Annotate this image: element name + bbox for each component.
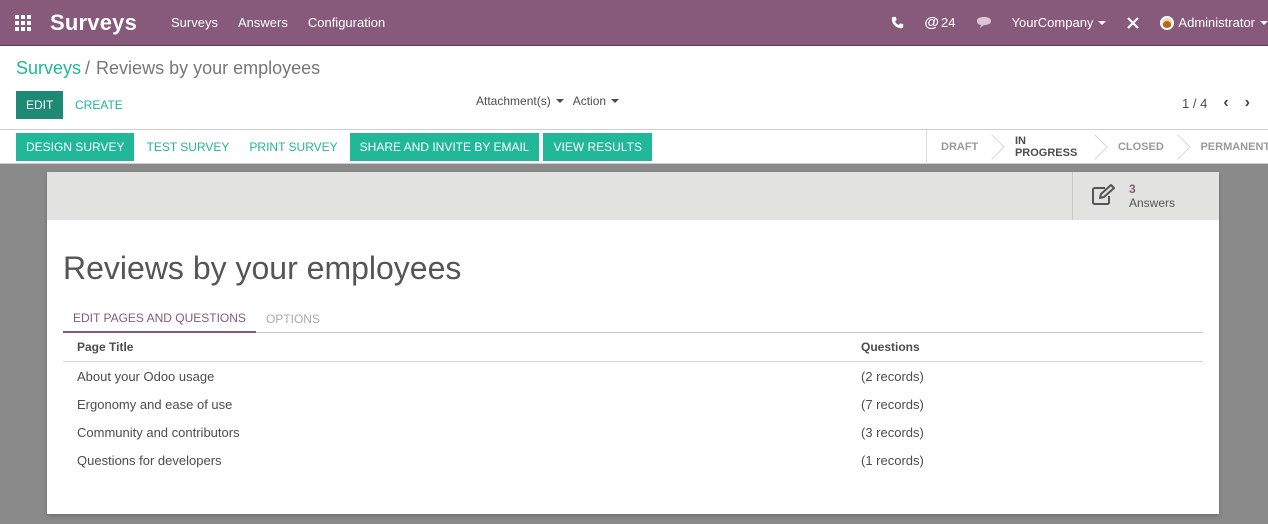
form-sheet: 3 Answers Reviews by your employees EDIT… <box>47 172 1219 514</box>
pager: 1 / 4 ‹ › <box>1182 94 1250 112</box>
test-survey-button[interactable]: TEST SURVEY <box>138 133 237 161</box>
tab-edit-pages[interactable]: EDIT PAGES AND QUESTIONS <box>63 305 256 333</box>
menu-surveys[interactable]: Surveys <box>171 15 218 30</box>
breadcrumb-separator: / <box>85 58 91 78</box>
cell-questions: (3 records) <box>861 424 924 440</box>
main-navbar: Surveys Surveys Answers Configuration @ … <box>0 0 1268 46</box>
column-header-questions[interactable]: Questions <box>861 340 1203 354</box>
menu-configuration[interactable]: Configuration <box>308 15 385 30</box>
cell-questions: (7 records) <box>861 396 924 412</box>
pager-value[interactable]: 1 / 4 <box>1182 96 1207 111</box>
phone-icon[interactable] <box>891 16 904 29</box>
record-title[interactable]: Reviews by your employees <box>63 250 461 287</box>
table-row[interactable]: Community and contributors (3 records) <box>63 418 1203 446</box>
control-panel: Surveys / Reviews by your employees EDIT C… <box>0 46 1268 130</box>
mentions-count: 24 <box>941 15 956 30</box>
chat-icon[interactable] <box>976 16 992 30</box>
sidebar-menus: Attachment(s) Action <box>476 94 628 108</box>
pages-table: Page Title Questions About your Odoo usa… <box>63 333 1203 474</box>
create-button[interactable]: CREATE <box>75 91 123 119</box>
cell-page-title: Ergonomy and ease of use <box>77 396 233 412</box>
stage-bar: DRAFT IN PROGRESS CLOSED PERMANENT <box>926 130 1268 164</box>
cell-page-title: Community and contributors <box>77 424 240 440</box>
at-icon: @ <box>924 14 940 31</box>
menu-answers[interactable]: Answers <box>238 15 288 30</box>
print-survey-button[interactable]: PRINT SURVEY <box>241 133 345 161</box>
pencil-square-icon <box>1091 183 1121 209</box>
company-switcher[interactable]: YourCompany <box>1012 15 1107 30</box>
table-header: Page Title Questions <box>63 333 1203 362</box>
stage-separator <box>992 130 1001 164</box>
header-buttons: DESIGN SURVEY TEST SURVEY PRINT SURVEY S… <box>16 133 656 161</box>
edit-button[interactable]: EDIT <box>16 91 64 119</box>
chevron-down-icon <box>555 99 564 103</box>
avatar <box>1160 15 1175 30</box>
stage-separator <box>1178 130 1187 164</box>
chevron-down-icon <box>611 99 620 103</box>
cell-questions: (2 records) <box>861 368 924 384</box>
breadcrumb-current: Reviews by your employees <box>96 58 321 78</box>
mentions-button[interactable]: @ 24 <box>924 14 955 31</box>
attachments-dropdown[interactable]: Attachment(s) <box>476 94 564 108</box>
attachments-label: Attachment(s) <box>476 94 551 108</box>
table-row[interactable]: About your Odoo usage (2 records) <box>63 362 1203 390</box>
table-row[interactable]: Questions for developers (1 records) <box>63 446 1203 474</box>
breadcrumb: Surveys / Reviews by your employees <box>16 58 320 79</box>
share-invite-button[interactable]: SHARE AND INVITE BY EMAIL <box>349 133 540 161</box>
answers-count: 3 <box>1129 182 1136 196</box>
chevron-down-icon <box>1098 20 1107 25</box>
button-box: 3 Answers <box>47 172 1219 220</box>
action-label: Action <box>572 94 607 108</box>
chevron-right-icon[interactable]: › <box>1245 94 1250 112</box>
user-menu[interactable]: Administrator <box>1160 15 1268 30</box>
statusbar: DESIGN SURVEY TEST SURVEY PRINT SURVEY S… <box>0 130 1268 164</box>
chevron-left-icon[interactable]: ‹ <box>1223 94 1228 112</box>
action-dropdown[interactable]: Action <box>572 94 620 108</box>
stage-in-progress[interactable]: IN PROGRESS <box>1001 130 1095 164</box>
notebook-tabs: EDIT PAGES AND QUESTIONS OPTIONS <box>63 305 1203 333</box>
column-header-page-title[interactable]: Page Title <box>63 340 861 354</box>
apps-grid-icon[interactable] <box>0 0 46 46</box>
answers-stat-button[interactable]: 3 Answers <box>1072 172 1219 220</box>
table-row[interactable]: Ergonomy and ease of use (7 records) <box>63 390 1203 418</box>
app-brand[interactable]: Surveys <box>50 10 137 36</box>
view-results-button[interactable]: VIEW RESULTS <box>543 133 652 161</box>
tab-options[interactable]: OPTIONS <box>256 305 330 333</box>
company-name: YourCompany <box>1011 15 1094 30</box>
stage-separator <box>1095 130 1104 164</box>
cell-page-title: Questions for developers <box>77 452 222 468</box>
cell-page-title: About your Odoo usage <box>77 368 215 384</box>
stage-permanent[interactable]: PERMANENT <box>1186 130 1268 164</box>
user-name: Administrator <box>1178 15 1255 30</box>
answers-label: Answers <box>1129 196 1176 210</box>
breadcrumb-surveys[interactable]: Surveys <box>16 58 81 78</box>
design-survey-button[interactable]: DESIGN SURVEY <box>16 133 135 161</box>
debug-icon[interactable] <box>1126 16 1140 30</box>
cell-questions: (1 records) <box>861 452 924 468</box>
chevron-down-icon <box>1260 20 1268 25</box>
